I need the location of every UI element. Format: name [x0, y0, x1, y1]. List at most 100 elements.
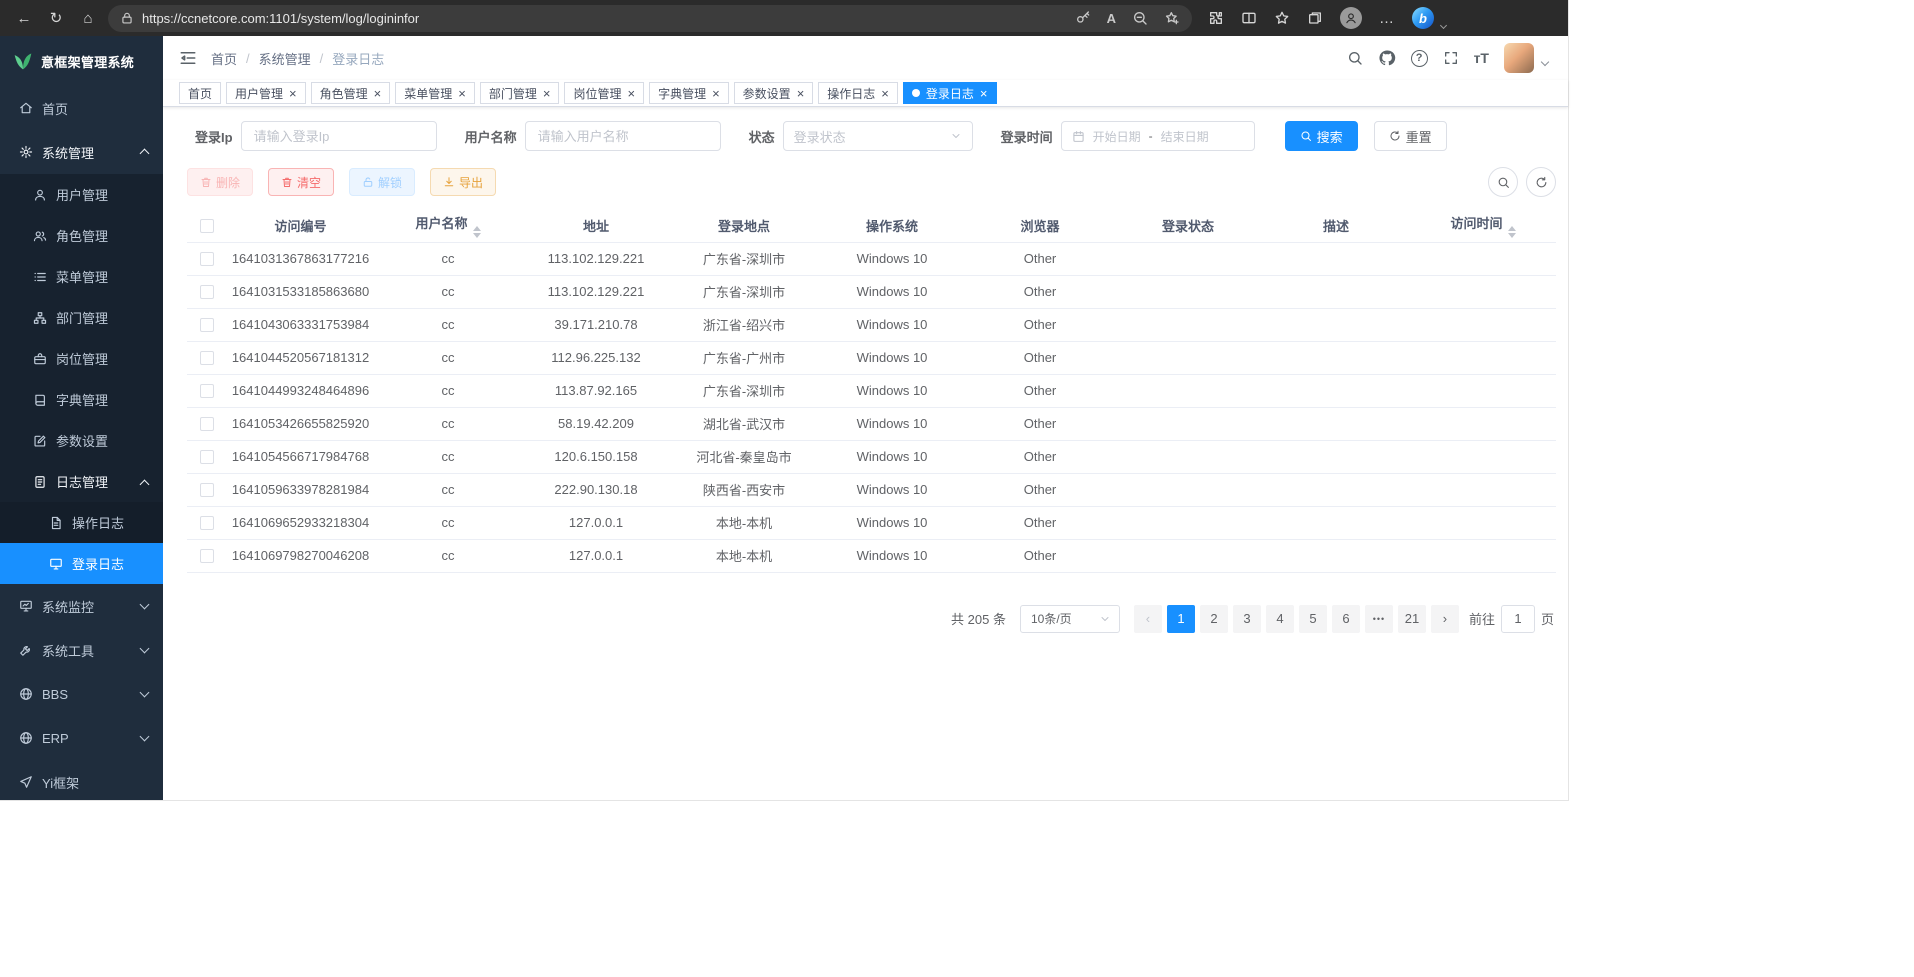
split-screen-icon[interactable] — [1241, 10, 1257, 26]
browser-home-button[interactable]: ⌂ — [72, 3, 104, 33]
sidebar-item-role-mgmt[interactable]: 角色管理 — [0, 215, 163, 256]
table-row[interactable]: 1641069798270046208cc127.0.0.1本地-本机Windo… — [187, 539, 1556, 572]
sidebar-item-yi-framework[interactable]: Yi框架 — [0, 760, 163, 800]
sidebar-item-param-settings[interactable]: 参数设置 — [0, 420, 163, 461]
table-row[interactable]: 1641031533185863680cc113.102.129.221广东省-… — [187, 275, 1556, 308]
zoom-out-icon[interactable] — [1132, 10, 1148, 26]
browser-address-bar[interactable]: https://ccnetcore.com:1101/system/log/lo… — [108, 5, 1192, 32]
login-ip-input[interactable] — [241, 121, 437, 151]
table-row[interactable]: 1641059633978281984cc222.90.130.18陕西省-西安… — [187, 473, 1556, 506]
column-header-username[interactable]: 用户名称 — [374, 209, 522, 242]
select-all-checkbox[interactable] — [200, 219, 214, 233]
sort-icon[interactable] — [473, 226, 481, 238]
sidebar-item-log-mgmt[interactable]: 日志管理 — [0, 461, 163, 502]
browser-back-button[interactable]: ← — [8, 3, 40, 33]
row-checkbox[interactable] — [200, 417, 214, 431]
goto-page-input[interactable] — [1501, 605, 1535, 633]
tab-close-icon[interactable]: × — [797, 87, 805, 100]
sidebar-item-bbs[interactable]: BBS — [0, 672, 163, 716]
search-button[interactable]: 搜索 — [1285, 121, 1358, 151]
table-row[interactable]: 1641044520567181312cc112.96.225.132广东省-广… — [187, 341, 1556, 374]
browser-reload-button[interactable]: ↻ — [40, 3, 72, 33]
app-logo[interactable]: 意框架管理系统 — [0, 36, 163, 86]
row-checkbox[interactable] — [200, 318, 214, 332]
sidebar-item-dept-mgmt[interactable]: 部门管理 — [0, 297, 163, 338]
prev-page-button[interactable]: ‹ — [1134, 605, 1162, 633]
table-row[interactable]: 1641069652933218304cc127.0.0.1本地-本机Windo… — [187, 506, 1556, 539]
tab-close-icon[interactable]: × — [627, 87, 635, 100]
page-button-3[interactable]: 3 — [1233, 605, 1261, 633]
table-row[interactable]: 1641053426655825920cc58.19.42.209湖北省-武汉市… — [187, 407, 1556, 440]
add-favorite-icon[interactable] — [1164, 10, 1180, 26]
tab-close-icon[interactable]: × — [458, 87, 466, 100]
password-key-icon[interactable] — [1075, 10, 1091, 26]
header-search-icon[interactable] — [1347, 50, 1363, 66]
row-checkbox[interactable] — [200, 483, 214, 497]
bing-copilot-icon[interactable]: b — [1412, 7, 1434, 29]
help-icon[interactable]: ? — [1411, 50, 1428, 67]
tab-param-settings[interactable]: 参数设置× — [734, 82, 814, 104]
row-checkbox[interactable] — [200, 450, 214, 464]
favorites-icon[interactable] — [1274, 10, 1290, 26]
page-button-2[interactable]: 2 — [1200, 605, 1228, 633]
tab-operation-log[interactable]: 操作日志× — [818, 82, 898, 104]
page-button-1[interactable]: 1 — [1167, 605, 1195, 633]
tab-close-icon[interactable]: × — [374, 87, 382, 100]
toggle-search-button[interactable] — [1488, 167, 1518, 197]
sidebar-item-system-monitor[interactable]: 系统监控 — [0, 584, 163, 628]
tab-role-mgmt[interactable]: 角色管理× — [311, 82, 391, 104]
next-page-button[interactable]: › — [1431, 605, 1459, 633]
tab-login-log[interactable]: 登录日志× — [903, 82, 997, 104]
breadcrumb-item[interactable]: 首页 — [211, 49, 237, 68]
tab-close-icon[interactable]: × — [289, 87, 297, 100]
page-button-4[interactable]: 4 — [1266, 605, 1294, 633]
reset-button[interactable]: 重置 — [1374, 121, 1447, 151]
github-icon[interactable] — [1378, 49, 1396, 67]
table-row[interactable]: 1641054566717984768cc120.6.150.158河北省-秦皇… — [187, 440, 1556, 473]
collections-icon[interactable] — [1307, 10, 1323, 26]
tab-close-icon[interactable]: × — [980, 87, 988, 100]
browser-menu-icon[interactable]: … — [1379, 10, 1395, 27]
user-avatar[interactable] — [1504, 43, 1534, 73]
row-checkbox[interactable] — [200, 516, 214, 530]
pager-more-button[interactable]: ••• — [1365, 605, 1393, 633]
export-button[interactable]: 导出 — [430, 168, 496, 196]
sidebar-item-login-log[interactable]: 登录日志 — [0, 543, 163, 584]
font-size-icon[interactable]: тT — [1474, 50, 1489, 66]
page-button-5[interactable]: 5 — [1299, 605, 1327, 633]
page-size-select[interactable]: 10条/页 — [1020, 605, 1120, 633]
sort-icon[interactable] — [1508, 226, 1516, 238]
sidebar-toggle-icon[interactable] — [179, 49, 197, 67]
tab-close-icon[interactable]: × — [881, 87, 889, 100]
row-checkbox[interactable] — [200, 549, 214, 563]
sidebar-item-erp[interactable]: ERP — [0, 716, 163, 760]
unlock-button[interactable]: 解锁 — [349, 168, 415, 196]
sidebar-item-dict-mgmt[interactable]: 字典管理 — [0, 379, 163, 420]
tab-user-mgmt[interactable]: 用户管理× — [226, 82, 306, 104]
tab-dict-mgmt[interactable]: 字典管理× — [649, 82, 729, 104]
extensions-icon[interactable] — [1208, 10, 1224, 26]
tab-home[interactable]: 首页 — [179, 82, 221, 104]
sidebar-item-system-mgmt[interactable]: 系统管理 — [0, 130, 163, 174]
sidebar-item-operation-log[interactable]: 操作日志 — [0, 502, 163, 543]
sidebar-item-menu-mgmt[interactable]: 菜单管理 — [0, 256, 163, 297]
row-checkbox[interactable] — [200, 351, 214, 365]
username-input[interactable] — [525, 121, 721, 151]
sidebar-item-home[interactable]: 首页 — [0, 86, 163, 130]
clear-button[interactable]: 清空 — [268, 168, 334, 196]
page-button-6[interactable]: 6 — [1332, 605, 1360, 633]
breadcrumb-item[interactable]: 系统管理 — [259, 49, 311, 68]
row-checkbox[interactable] — [200, 252, 214, 266]
tab-close-icon[interactable]: × — [712, 87, 720, 100]
login-time-range-picker[interactable]: 开始日期 - 结束日期 — [1061, 121, 1255, 151]
page-button-21[interactable]: 21 — [1398, 605, 1426, 633]
sidebar-item-user-mgmt[interactable]: 用户管理 — [0, 174, 163, 215]
table-row[interactable]: 1641043063331753984cc39.171.210.78浙江省-绍兴… — [187, 308, 1556, 341]
tab-close-icon[interactable]: × — [543, 87, 551, 100]
table-row[interactable]: 1641044993248464896cc113.87.92.165广东省-深圳… — [187, 374, 1556, 407]
fullscreen-icon[interactable] — [1443, 50, 1459, 66]
row-checkbox[interactable] — [200, 384, 214, 398]
tab-menu-mgmt[interactable]: 菜单管理× — [395, 82, 475, 104]
browser-profile-avatar[interactable] — [1340, 7, 1362, 29]
table-row[interactable]: 1641031367863177216cc113.102.129.221广东省-… — [187, 242, 1556, 275]
